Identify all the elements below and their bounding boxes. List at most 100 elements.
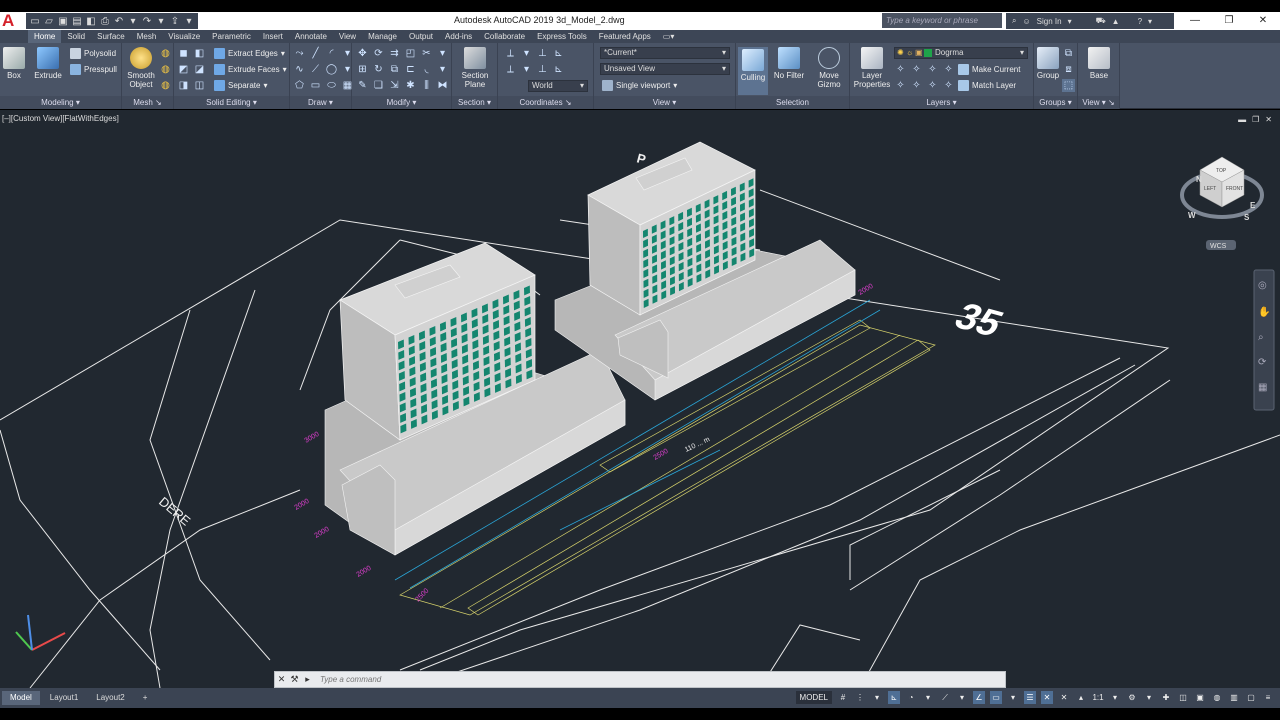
rotate-icon[interactable]: ↻ — [372, 63, 385, 76]
navigation-bar[interactable]: ◎ ✋ ⌕ ⟳ ▦ — [1253, 269, 1275, 411]
model-scene[interactable]: 3000 2000 2000 2000 2500 2500 2000 DERE … — [0, 110, 1280, 688]
annotation-scale-dropdown-icon[interactable]: ▾ — [1109, 691, 1121, 704]
ucs-view-icon[interactable]: ⟂ — [504, 63, 517, 76]
isodraft-icon[interactable]: ⟋ — [939, 691, 951, 704]
mesh-smooth-more-icon[interactable]: ◍ — [159, 47, 172, 60]
culling-button[interactable]: Culling — [738, 47, 768, 95]
box-button[interactable]: Box — [3, 47, 25, 80]
tab-add-ins[interactable]: Add-ins — [439, 30, 478, 43]
scale-icon[interactable]: ◰ — [404, 47, 417, 60]
no-filter-button[interactable]: No Filter — [772, 47, 806, 80]
panel-title-drawing-view[interactable]: View ▾ ↘ — [1078, 96, 1119, 109]
tab-mesh[interactable]: Mesh — [131, 30, 163, 43]
command-input[interactable] — [314, 675, 1005, 684]
section-plane-button[interactable]: Section Plane — [458, 47, 492, 89]
align-icon[interactable]: ⇉ — [388, 47, 401, 60]
web-open-icon[interactable]: ◧ — [85, 15, 97, 28]
erase-icon[interactable]: ✎ — [356, 79, 369, 92]
ortho-icon[interactable]: ⊾ — [888, 691, 900, 704]
layer-thaw-icon[interactable]: ✧ — [926, 79, 939, 92]
ucs-dropdown-icon[interactable]: ▾ — [520, 47, 533, 60]
object-snap-tracking-icon[interactable]: ∠ — [973, 691, 985, 704]
layer-off-icon[interactable]: ✧ — [894, 63, 907, 76]
ucs-origin-icon[interactable]: ⊥ — [536, 47, 549, 60]
object-snap-dropdown-icon[interactable]: ▾ — [1007, 691, 1019, 704]
tab-parametric[interactable]: Parametric — [206, 30, 257, 43]
intersect-icon[interactable]: ◩ — [177, 63, 190, 76]
grid-icon[interactable]: # — [837, 691, 849, 704]
ucs-3point-icon[interactable]: ⊾ — [552, 47, 565, 60]
command-customize-icon[interactable]: ⚒ — [288, 672, 301, 687]
match-layer-button[interactable]: Match Layer — [958, 79, 1016, 92]
tab-visualize[interactable]: Visualize — [162, 30, 206, 43]
layer-dropdown[interactable]: ✺ ☼ ▣ Dogrma — [894, 47, 1028, 59]
polar-dropdown-icon[interactable]: ▾ — [922, 691, 934, 704]
slice-icon[interactable]: ◪ — [193, 63, 206, 76]
smooth-object-button[interactable]: Smooth Object — [124, 47, 158, 89]
panel-title-draw[interactable]: Draw ▾ — [290, 96, 351, 109]
tab-annotate[interactable]: Annotate — [289, 30, 333, 43]
presspull-button[interactable]: Presspull — [70, 63, 117, 76]
layer-unlock-icon[interactable]: ✧ — [942, 79, 955, 92]
customize-qat-icon[interactable]: ▾ — [183, 15, 195, 28]
isolate-objects-icon[interactable]: ◍ — [1211, 691, 1223, 704]
polysolid-button[interactable]: Polysolid — [70, 47, 116, 60]
copy-icon[interactable]: ❏ — [372, 79, 385, 92]
stretch-icon[interactable]: ⇲ — [388, 79, 401, 92]
layer-properties-button[interactable]: Layer Properties — [852, 47, 892, 89]
close-icon[interactable]: ✕ — [1246, 12, 1280, 30]
layer-unisolate-icon[interactable]: ✧ — [910, 79, 923, 92]
spline-icon[interactable]: ∿ — [293, 63, 306, 76]
rectangle-icon[interactable]: ▭ — [309, 79, 322, 92]
panel-title-coordinates[interactable]: Coordinates ↘ — [498, 96, 593, 109]
group-selection-icon[interactable]: ⬚ — [1062, 79, 1075, 92]
layer-on-icon[interactable]: ✧ — [894, 79, 907, 92]
ucs-view-dropdown-icon[interactable]: ▾ — [520, 63, 533, 76]
join-icon[interactable]: ⧓ — [436, 79, 449, 92]
named-view-dropdown[interactable]: Unsaved View — [600, 63, 730, 75]
plot-icon[interactable]: ⎙ — [99, 15, 111, 28]
isodraft-dropdown-icon[interactable]: ▾ — [956, 691, 968, 704]
thicken-icon[interactable]: ◫ — [193, 79, 206, 92]
circle-icon[interactable]: ◯ — [325, 63, 338, 76]
add-layout-icon[interactable]: + — [135, 691, 156, 705]
undo-icon[interactable]: ↶ — [113, 15, 125, 28]
arc-icon[interactable]: ◜ — [325, 47, 338, 60]
separate-button[interactable]: Separate ▾ — [214, 79, 267, 92]
annotation-scale-value[interactable]: 1:1 — [1092, 691, 1104, 704]
binoculars-icon[interactable]: ⌕ — [1012, 16, 1016, 26]
tab-featured-apps[interactable]: Featured Apps — [593, 30, 657, 43]
open-file-icon[interactable]: ▱ — [43, 15, 55, 28]
viewport-restore-icon[interactable]: ❐ — [1252, 115, 1259, 124]
ungroup-icon[interactable]: ⧉ — [1062, 47, 1075, 60]
autocad-logo-icon[interactable]: A — [0, 12, 26, 30]
panel-title-groups[interactable]: Groups ▾ — [1034, 96, 1077, 109]
polar-icon[interactable]: ◔ — [905, 691, 917, 704]
layer-isolate-icon[interactable]: ✧ — [910, 63, 923, 76]
minimize-icon[interactable]: — — [1178, 12, 1212, 30]
fillet-icon[interactable]: ◟ — [420, 63, 433, 76]
make-current-button[interactable]: Make Current — [958, 63, 1020, 76]
customization-icon[interactable]: ≡ — [1262, 691, 1274, 704]
offset-icon[interactable]: ⊏ — [404, 63, 417, 76]
ucs-x-icon[interactable]: ⊥ — [536, 63, 549, 76]
panel-title-selection[interactable]: Selection — [736, 96, 849, 109]
tab-insert[interactable]: Insert — [257, 30, 289, 43]
line-icon[interactable]: ╱ — [309, 47, 322, 60]
extrude-faces-button[interactable]: Extrude Faces ▾ — [214, 63, 287, 76]
save-icon[interactable]: ▣ — [57, 15, 69, 28]
full-navigation-wheel-icon[interactable]: ◎ — [1258, 280, 1267, 291]
panel-title-modify[interactable]: Modify ▾ — [352, 96, 451, 109]
orbit-icon[interactable]: ⟳ — [1258, 357, 1267, 368]
showmotion-icon[interactable]: ▦ — [1258, 382, 1267, 393]
tab-output[interactable]: Output — [403, 30, 439, 43]
redo-dropdown-icon[interactable]: ▾ — [155, 15, 167, 28]
trim-icon[interactable]: ✂ — [420, 47, 433, 60]
tab-manage[interactable]: Manage — [362, 30, 403, 43]
layer-lock-tool-icon[interactable]: ✧ — [942, 63, 955, 76]
tab-collaborate[interactable]: Collaborate — [478, 30, 531, 43]
quick-properties-icon[interactable]: ▣ — [1194, 691, 1206, 704]
snap-icon[interactable]: ⋮ — [854, 691, 866, 704]
group-edit-icon[interactable]: ⧈ — [1062, 63, 1075, 76]
object-snap-icon[interactable]: ▭ — [990, 691, 1002, 704]
